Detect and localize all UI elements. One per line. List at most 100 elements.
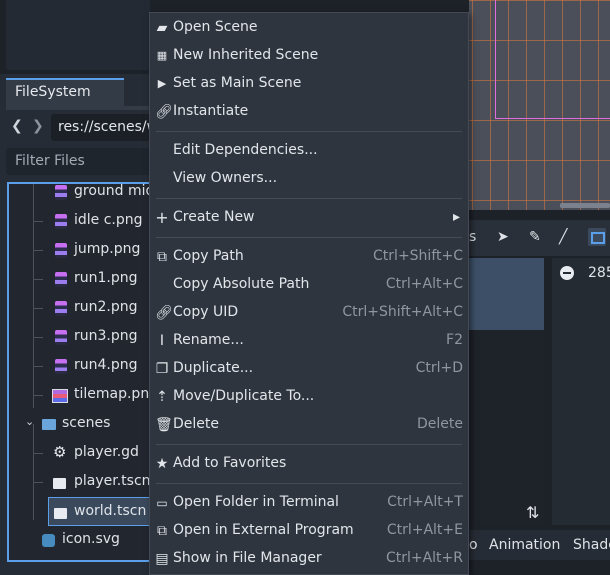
menu-item-label: Show in File Manager (173, 550, 322, 566)
pencil-icon[interactable]: ✎ (529, 229, 541, 245)
path-input[interactable]: res://scenes/world.tscn (51, 114, 150, 141)
tree-item[interactable]: jump.png (9, 236, 150, 265)
panel-highlight (469, 258, 544, 330)
menu-item-instantiate[interactable]: 🔗︎ Instantiate (150, 99, 468, 127)
tree-guide (34, 250, 43, 251)
menu-item-shortcut: Ctrl+Alt+E (386, 522, 463, 538)
rename-icon: I (159, 333, 165, 349)
value-label: 285 (588, 265, 610, 281)
tree-guide (34, 453, 43, 454)
tree-item-label: run4.png (74, 357, 138, 373)
rectangle-tool-icon[interactable] (588, 228, 606, 246)
folder-icon (42, 419, 56, 430)
menu-item-rename[interactable]: I Rename... F2 (150, 328, 468, 356)
sprite-icon (55, 301, 67, 316)
menu-item-new-inherited-scene[interactable]: ▦ New Inherited Scene (150, 43, 468, 71)
menu-item-copy-absolute-path[interactable]: Copy Absolute Path Ctrl+Alt+C (150, 272, 468, 300)
clapperboard-icon (53, 478, 66, 489)
menu-item-open-external[interactable]: ⧉ Open in External Program Ctrl+Alt+E (150, 518, 468, 546)
tree-item-label: tilemap.png (74, 386, 150, 402)
menu-item-shortcut: Ctrl+Shift+C (373, 248, 463, 264)
tree-item[interactable]: run1.png (9, 265, 150, 294)
menu-item-edit-dependencies[interactable]: Edit Dependencies... (150, 138, 468, 166)
tree-item-label: jump.png (74, 241, 141, 257)
godot-icon (42, 534, 55, 547)
tree-item[interactable]: icon.svg (9, 526, 150, 555)
menu-item-create-new[interactable]: + Create New ▸ (150, 205, 468, 233)
tree-item[interactable]: tilemap.png (9, 381, 150, 410)
tree-item-label: run2.png (74, 299, 138, 315)
menu-item-duplicate[interactable]: ❐ Duplicate... Ctrl+D (150, 356, 468, 384)
minus-circle-icon[interactable] (560, 266, 574, 280)
menu-item-copy-uid[interactable]: 🔗︎ Copy UID Ctrl+Shift+Alt+C (150, 300, 468, 328)
camera-frame (495, 0, 610, 119)
submenu-arrow-icon: ▸ (452, 209, 460, 225)
menu-item-shortcut: Ctrl+Shift+Alt+C (342, 304, 463, 320)
tree-item[interactable]: player.tscn (9, 468, 150, 497)
tree-item-label: scenes (62, 415, 111, 431)
scene-dock (6, 0, 150, 70)
select-arrow-icon[interactable]: ➤ (497, 229, 509, 245)
tab-partial[interactable]: o (469, 537, 478, 553)
filter-files-input[interactable]: Filter Files (6, 148, 150, 175)
menu-item-shortcut: Ctrl+Alt+T (387, 494, 463, 510)
tree-guide (34, 308, 43, 309)
forward-arrow-icon[interactable]: ❯ (32, 118, 44, 134)
menu-item-copy-path[interactable]: ⧉ Copy Path Ctrl+Shift+C (150, 244, 468, 272)
file-tree: ground mid.png idle c.png jump.png run1.… (7, 182, 150, 562)
clapperboard-icon (54, 508, 67, 519)
new-scene-icon: ▦ (156, 49, 168, 62)
menu-separator (156, 444, 462, 445)
tab-filesystem[interactable]: FileSystem (6, 78, 124, 106)
tree-item[interactable]: idle c.png (9, 207, 150, 236)
menu-item-view-owners[interactable]: View Owners... (150, 166, 468, 194)
viewport-scrollbar[interactable] (560, 203, 610, 208)
tree-guide (34, 366, 43, 367)
menu-item-shortcut: Ctrl+Alt+R (385, 550, 463, 566)
menu-item-set-main-scene[interactable]: ▶ Set as Main Scene (150, 71, 468, 99)
menu-item-label: Instantiate (173, 103, 249, 119)
trash-icon: 🗑︎ (155, 417, 173, 433)
menu-item-label: New Inherited Scene (173, 47, 319, 63)
menu-item-add-to-favorites[interactable]: ★ Add to Favorites (150, 451, 468, 479)
tree-item[interactable]: run3.png (9, 323, 150, 352)
line-icon[interactable]: ╱ (559, 229, 567, 245)
toolbar-partial-text: s (469, 229, 477, 245)
plus-icon: + (155, 208, 169, 227)
menu-item-label: Open in External Program (173, 522, 354, 538)
menu-separator (156, 198, 462, 199)
sprite-icon (55, 330, 67, 345)
menu-separator (156, 131, 462, 132)
tab-shader[interactable]: Shader (573, 537, 610, 553)
menu-item-open-terminal[interactable]: ▭ Open Folder in Terminal Ctrl+Alt+T (150, 490, 468, 518)
chevron-down-icon[interactable]: ⌄ (25, 415, 34, 428)
menu-item-delete[interactable]: 🗑︎ Delete Delete (150, 412, 468, 440)
menu-item-move-duplicate-to[interactable]: ⇡ Move/Duplicate To... (150, 384, 468, 412)
menu-item-label: Edit Dependencies... (173, 142, 318, 158)
menu-item-show-in-file-manager[interactable]: ▤ Show in File Manager Ctrl+Alt+R (150, 546, 468, 574)
tree-item[interactable]: ⚙ player.gd (9, 439, 150, 468)
back-arrow-icon[interactable]: ❮ (11, 118, 23, 134)
tab-underline (6, 106, 150, 110)
gear-icon: ⚙ (53, 443, 67, 461)
context-menu: ▰ Open Scene ▦ New Inherited Scene ▶ Set… (149, 12, 469, 575)
sprite-icon (55, 214, 67, 229)
tree-guide (34, 395, 43, 396)
menu-item-label: View Owners... (173, 170, 278, 186)
menu-item-label: Open Scene (173, 19, 258, 35)
tree-item[interactable]: ground mid.png (9, 184, 150, 207)
duplicate-icon: ❐ (155, 361, 169, 377)
menu-item-label: Create New (173, 209, 255, 225)
sort-icon[interactable]: ⇅ (526, 503, 539, 522)
folder-open-icon: ▰ (156, 20, 168, 36)
tree-item-folder[interactable]: ⌄ scenes (9, 410, 150, 439)
tree-guide (34, 337, 43, 338)
sprite-icon (55, 272, 67, 287)
panel-area (469, 330, 544, 525)
tree-item[interactable]: run4.png (9, 352, 150, 381)
tree-item-selected[interactable]: world.tscn (48, 497, 150, 526)
copy-icon: ⧉ (157, 249, 167, 265)
tree-item[interactable]: run2.png (9, 294, 150, 323)
menu-item-open-scene[interactable]: ▰ Open Scene (150, 15, 468, 43)
tab-animation[interactable]: Animation (489, 537, 560, 553)
